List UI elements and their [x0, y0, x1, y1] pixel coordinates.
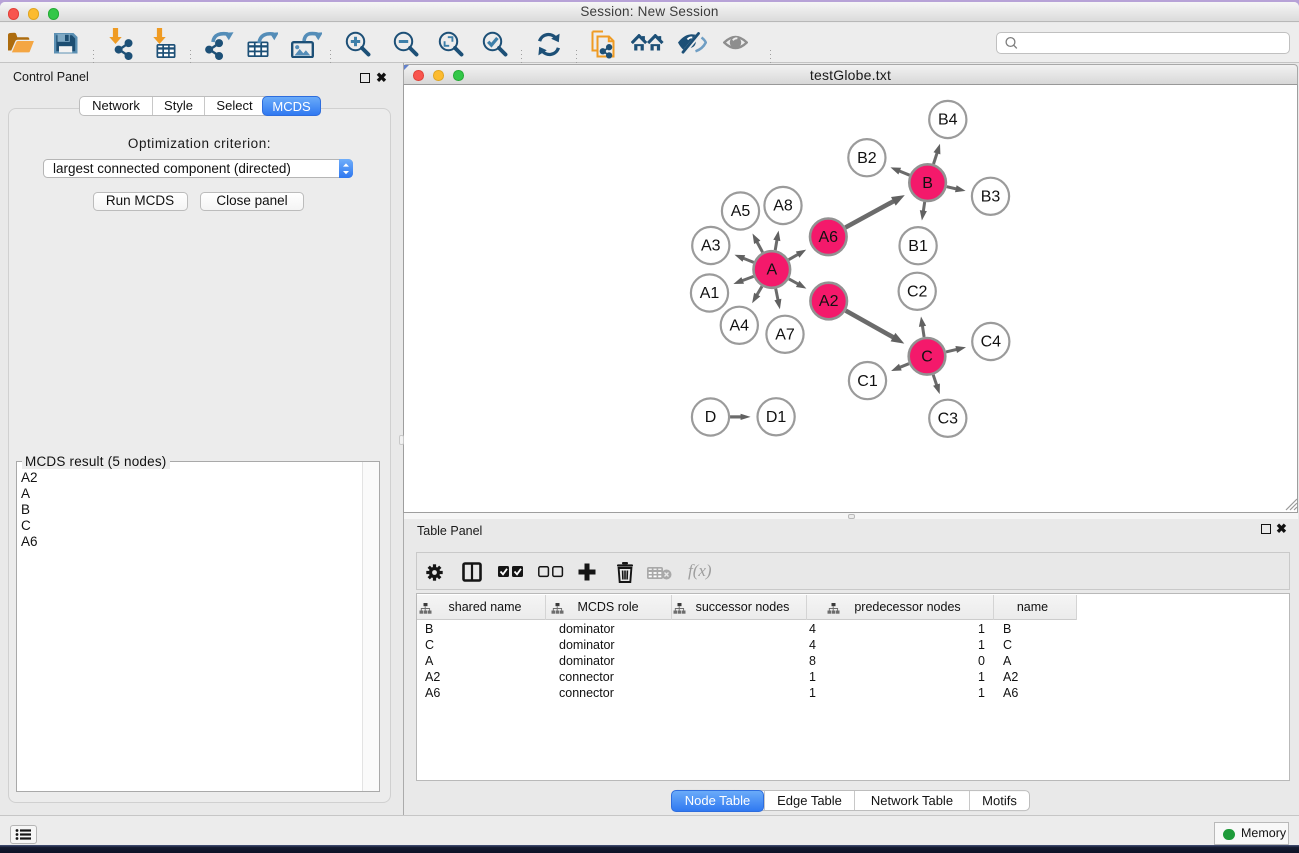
- svg-text:A3: A3: [701, 238, 721, 255]
- svg-text:C2: C2: [907, 284, 928, 301]
- svg-text:B3: B3: [981, 189, 1001, 206]
- svg-text:D: D: [705, 409, 717, 426]
- svg-text:B1: B1: [908, 238, 928, 255]
- svg-text:C3: C3: [938, 411, 959, 428]
- svg-text:A: A: [766, 262, 777, 279]
- svg-text:B2: B2: [857, 150, 877, 167]
- svg-text:C4: C4: [981, 334, 1002, 351]
- svg-text:A4: A4: [730, 318, 750, 335]
- svg-text:B4: B4: [938, 112, 958, 129]
- svg-text:D1: D1: [766, 409, 787, 426]
- svg-text:A8: A8: [773, 198, 793, 215]
- svg-text:A5: A5: [731, 203, 751, 220]
- svg-text:A2: A2: [819, 293, 839, 310]
- svg-text:C: C: [921, 349, 933, 366]
- svg-text:A1: A1: [700, 285, 720, 302]
- svg-text:A7: A7: [775, 327, 795, 344]
- svg-text:A6: A6: [819, 229, 839, 246]
- svg-text:C1: C1: [857, 373, 878, 390]
- svg-text:B: B: [922, 175, 933, 192]
